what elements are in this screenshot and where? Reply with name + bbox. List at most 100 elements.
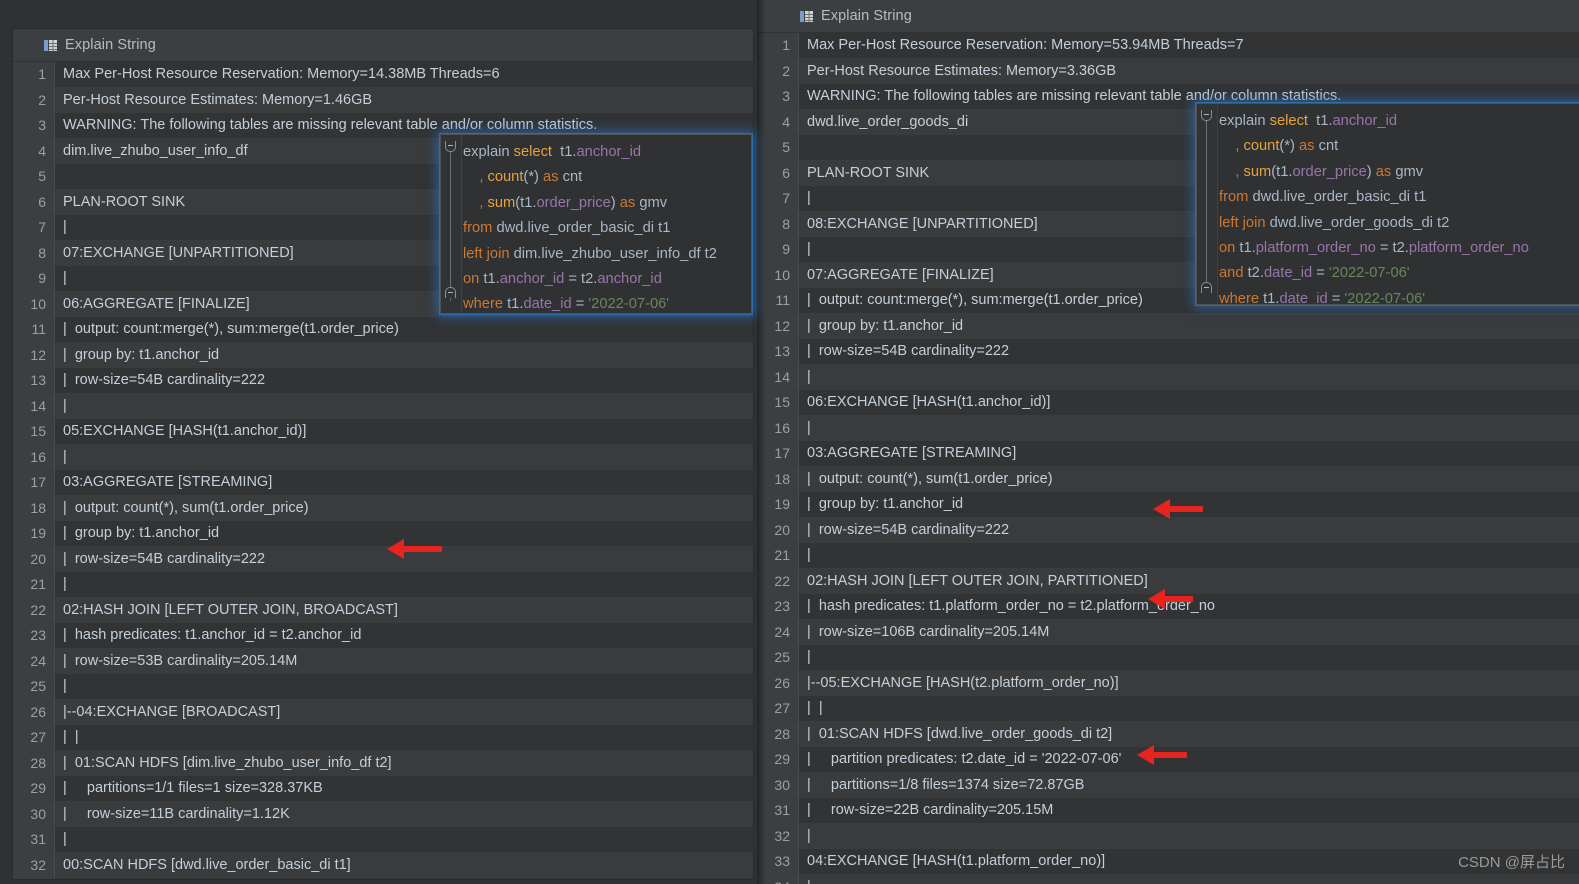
- table-row[interactable]: 1 Max Per-Host Resource Reservation: Memo…: [13, 62, 753, 88]
- table-row[interactable]: 21 |: [757, 543, 1579, 569]
- annotation-arrow-right-line26: [1148, 589, 1193, 609]
- line-number: 21: [13, 572, 55, 597]
- explain-line-text: Per-Host Resource Estimates: Memory=1.46…: [55, 87, 753, 112]
- line-number: 25: [13, 674, 55, 699]
- fold-marker-top-icon[interactable]: [445, 141, 456, 152]
- table-row[interactable]: 20 | row-size=54B cardinality=222: [757, 517, 1579, 543]
- explain-line-text: |: [55, 827, 753, 852]
- fold-marker-bottom-icon[interactable]: [1201, 282, 1212, 293]
- sql-line: where t1.date_id = '2022-07-06': [1219, 287, 1579, 305]
- sql-token: on: [463, 271, 484, 288]
- explain-line-text: | row-size=54B cardinality=222: [55, 368, 753, 393]
- sql-token: select: [513, 144, 552, 160]
- sql-line: left join dwd.live_order_goods_di t2: [1219, 211, 1579, 236]
- table-row[interactable]: 13 | row-size=54B cardinality=222: [757, 339, 1579, 365]
- table-row[interactable]: 19 | group by: t1.anchor_id: [13, 521, 753, 547]
- table-row[interactable]: 12 | group by: t1.anchor_id: [757, 313, 1579, 339]
- sql-token: as: [543, 169, 563, 186]
- table-row[interactable]: 33 partition predicates: t1.date_id = '2…: [13, 878, 753, 879]
- table-row[interactable]: 26 |--05:EXCHANGE [HASH(t2.platform_order…: [757, 670, 1579, 696]
- line-number: 31: [13, 827, 55, 852]
- table-row[interactable]: 27 | |: [13, 725, 753, 751]
- sql-line: on t1.anchor_id = t2.anchor_id: [463, 267, 751, 292]
- table-row[interactable]: 25 |: [13, 674, 753, 700]
- table-row[interactable]: 18 | output: count(*), sum(t1.order_price…: [13, 495, 753, 521]
- explain-line-text: | 01:SCAN HDFS [dim.live_zhubo_user_info…: [55, 750, 753, 775]
- line-number: 30: [13, 801, 55, 826]
- table-row[interactable]: 17 03:AGGREGATE [STREAMING]: [13, 470, 753, 496]
- table-row[interactable]: 15 06:EXCHANGE [HASH(t1.anchor_id)]: [757, 390, 1579, 416]
- sql-token: gmv: [1395, 163, 1424, 180]
- sql-token: left join: [1219, 214, 1270, 231]
- table-row[interactable]: 2 Per-Host Resource Estimates: Memory=3.3…: [757, 58, 1579, 84]
- table-row[interactable]: 13 | row-size=54B cardinality=222: [13, 368, 753, 394]
- explain-line-text: | |: [55, 725, 753, 750]
- line-number: 12: [13, 342, 55, 367]
- table-row[interactable]: 24 | row-size=106B cardinality=205.14M: [757, 619, 1579, 645]
- fold-marker-bottom-icon[interactable]: [445, 287, 456, 298]
- table-row[interactable]: 32 |: [757, 823, 1579, 849]
- table-row[interactable]: 31 |: [13, 827, 753, 853]
- sql-token: '2022-07-06': [1344, 290, 1426, 305]
- sql-token: ,: [1219, 138, 1244, 155]
- table-row[interactable]: 14 |: [13, 393, 753, 419]
- line-number: 5: [13, 164, 55, 189]
- sql-token: on: [1219, 240, 1240, 257]
- table-row[interactable]: 16 |: [13, 444, 753, 470]
- table-row[interactable]: 16 |: [757, 415, 1579, 441]
- table-row[interactable]: 23 | hash predicates: t1.anchor_id = t2.a…: [13, 623, 753, 649]
- table-grid-icon: [799, 9, 814, 24]
- line-number: 11: [13, 317, 55, 342]
- arrow-shaft: [1153, 752, 1187, 758]
- table-row[interactable]: 20 | row-size=54B cardinality=222: [13, 546, 753, 572]
- table-row[interactable]: 30 | row-size=11B cardinality=1.12K: [13, 801, 753, 827]
- sql-token: and: [1219, 265, 1248, 282]
- table-row[interactable]: 24 | row-size=53B cardinality=205.14M: [13, 648, 753, 674]
- table-row[interactable]: 33 04:EXCHANGE [HASH(t1.platform_order_no…: [757, 849, 1579, 875]
- sql-token: anchor_id: [499, 271, 565, 288]
- table-row[interactable]: 32 00:SCAN HDFS [dwd.live_order_basic_di …: [13, 852, 753, 878]
- table-row[interactable]: 26 |--04:EXCHANGE [BROADCAST]: [13, 699, 753, 725]
- table-row[interactable]: 17 03:AGGREGATE [STREAMING]: [757, 441, 1579, 467]
- sql-token: platform_order_no: [1255, 240, 1376, 257]
- sql-token: where: [1219, 290, 1264, 305]
- sql-token: explain: [463, 144, 514, 160]
- line-number: 20: [13, 546, 55, 571]
- table-row[interactable]: 1 Max Per-Host Resource Reservation: Memo…: [757, 33, 1579, 59]
- table-row[interactable]: 15 05:EXCHANGE [HASH(t1.anchor_id)]: [13, 419, 753, 445]
- table-row[interactable]: 22 02:HASH JOIN [LEFT OUTER JOIN, BROADCA…: [13, 597, 753, 623]
- tab-explain-string-left[interactable]: Explain String: [43, 29, 156, 62]
- table-row[interactable]: 25 |: [757, 645, 1579, 671]
- line-number: 4: [13, 138, 55, 163]
- table-row[interactable]: 28 | 01:SCAN HDFS [dwd.live_order_goods_d…: [757, 721, 1579, 747]
- sql-token: sum: [487, 194, 516, 211]
- sql-token: = t2.: [564, 271, 598, 288]
- tab-explain-string-right[interactable]: Explain String: [799, 0, 912, 33]
- sql-token: select: [1269, 113, 1308, 129]
- table-row[interactable]: 21 |: [13, 572, 753, 598]
- table-row[interactable]: 34|: [757, 874, 1579, 884]
- explain-line-text: |: [55, 444, 753, 469]
- annotation-arrow-right-line22: [1153, 499, 1203, 519]
- table-row[interactable]: 11 | output: count:merge(*), sum:merge(t1…: [13, 317, 753, 343]
- annotation-arrow-left-line22: [387, 539, 442, 559]
- sql-token: (*): [1279, 138, 1300, 155]
- table-row[interactable]: 14 |: [757, 364, 1579, 390]
- explain-line-text: | output: count(*), sum(t1.order_price): [799, 466, 1579, 491]
- table-row[interactable]: 29 | partitions=1/1 files=1 size=328.37KB: [13, 776, 753, 802]
- table-row[interactable]: 27 | |: [757, 696, 1579, 722]
- sql-token: date_id: [1263, 265, 1313, 282]
- explain-line-text: 03:AGGREGATE [STREAMING]: [55, 470, 753, 495]
- tab-label: Explain String: [821, 8, 912, 24]
- table-row[interactable]: 12 | group by: t1.anchor_id: [13, 342, 753, 368]
- table-row[interactable]: 18 | output: count(*), sum(t1.order_price…: [757, 466, 1579, 492]
- line-number: 19: [13, 521, 55, 546]
- explain-line-text: |: [799, 874, 1579, 884]
- sql-token: dim.live_zhubo_user_info_df t2: [513, 245, 717, 262]
- line-number: 13: [13, 368, 55, 393]
- fold-marker-top-icon[interactable]: [1201, 110, 1212, 121]
- table-row[interactable]: 30 | partitions=1/8 files=1374 size=72.87…: [757, 772, 1579, 798]
- table-row[interactable]: 2 Per-Host Resource Estimates: Memory=1.4…: [13, 87, 753, 113]
- table-row[interactable]: 31 | row-size=22B cardinality=205.15M: [757, 798, 1579, 824]
- table-row[interactable]: 28 | 01:SCAN HDFS [dim.live_zhubo_user_in…: [13, 750, 753, 776]
